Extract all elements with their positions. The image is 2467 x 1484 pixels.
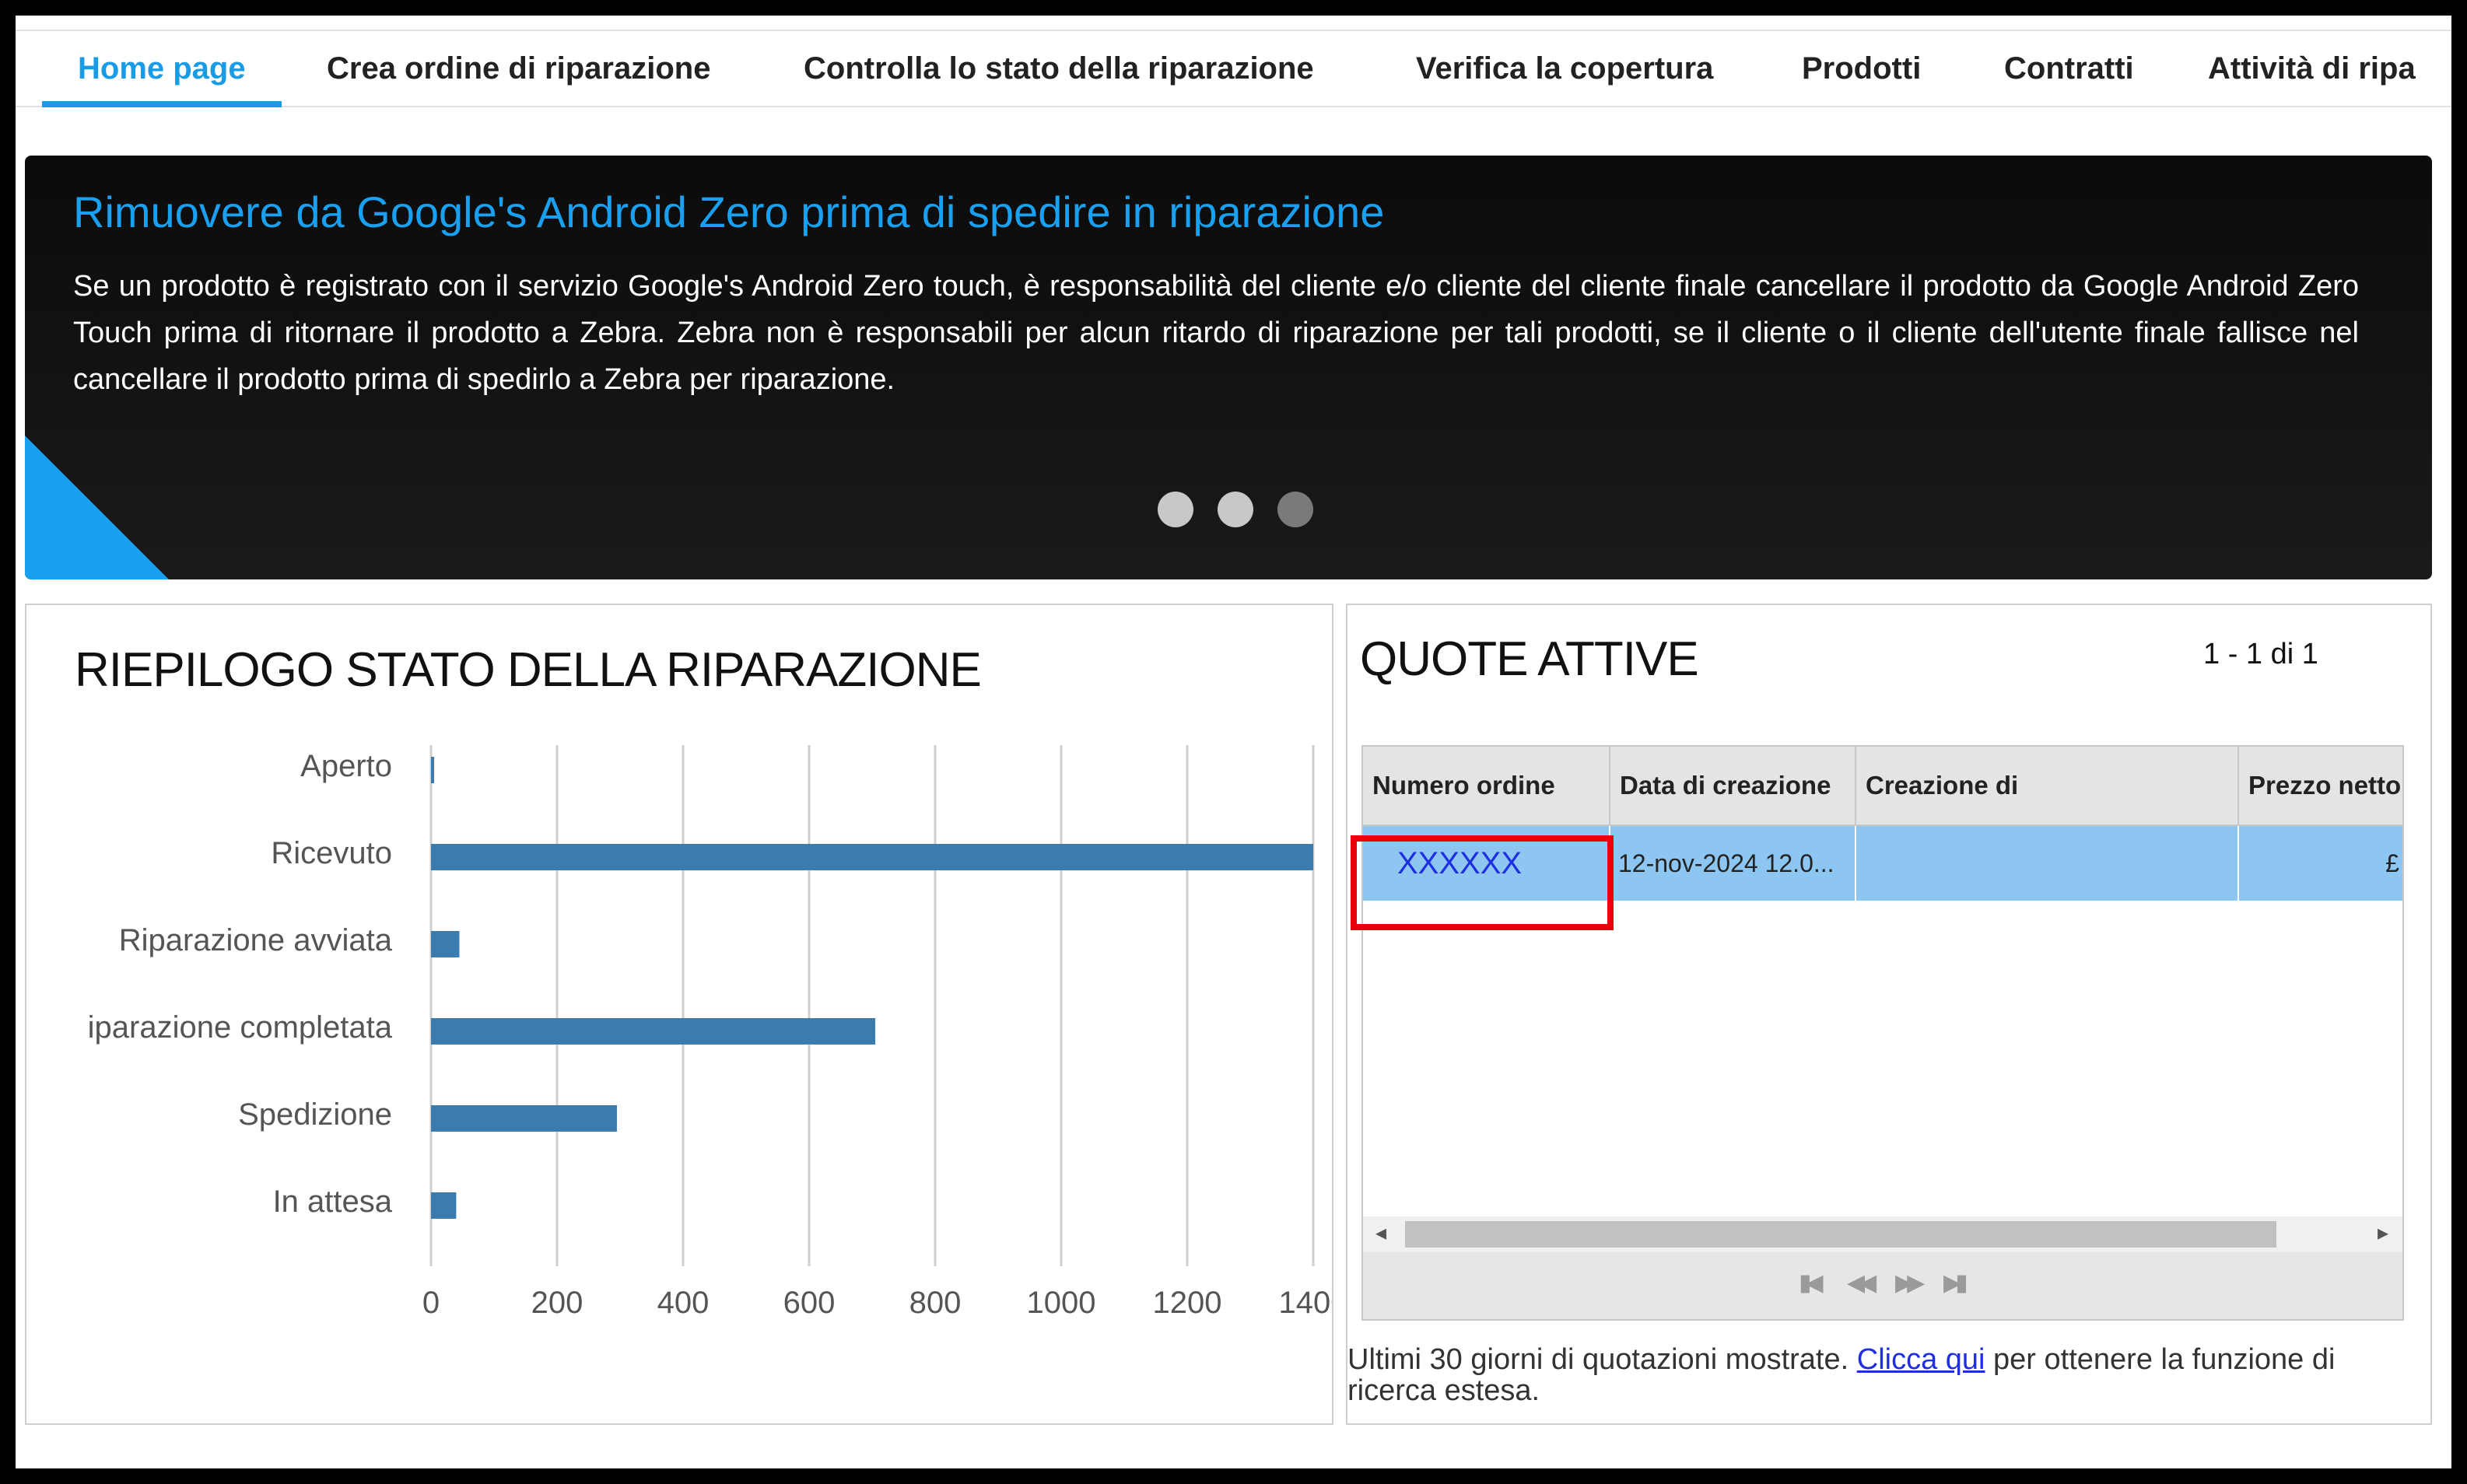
bar[interactable] (431, 844, 1313, 870)
bar[interactable] (431, 1105, 617, 1132)
banner-title: Rimuovere da Google's Android Zero prima… (73, 187, 1385, 236)
active-quotes-panel: QUOTE ATTIVE 1 - 1 di 1 Numero ordine Da… (1346, 604, 2432, 1425)
x-tick-label: 0 (422, 1286, 440, 1320)
x-tick-label: 200 (531, 1286, 583, 1320)
category-label: In attesa (273, 1185, 393, 1219)
tab-check-coverage[interactable]: Verifica la copertura (1416, 31, 1713, 106)
app-frame: Home page Crea ordine di riparazione Con… (16, 16, 2451, 1468)
tab-repair-status[interactable]: Controlla lo stato della riparazione (804, 31, 1314, 106)
x-tick-label: 600 (783, 1286, 836, 1320)
carousel-dot-2[interactable] (1218, 492, 1253, 527)
category-label: Riparazione avviata (119, 923, 393, 957)
grid-header: Numero ordine Data di creazione Creazion… (1363, 747, 2402, 826)
previous-page-icon[interactable]: ◀◀ (1847, 1269, 1877, 1297)
announcement-banner: Rimuovere da Google's Android Zero prima… (25, 156, 2432, 579)
quotes-grid: Numero ordine Data di creazione Creazion… (1361, 745, 2404, 1321)
x-tick-label: 1200 (1153, 1286, 1222, 1320)
category-label: Aperto (300, 749, 392, 783)
carousel-dot-1[interactable] (1158, 492, 1193, 527)
label-clip (26, 730, 75, 1274)
created-by-cell (1856, 826, 2239, 901)
order-highlight-box (1351, 835, 1614, 930)
column-created-date[interactable]: Data di creazione (1610, 747, 1856, 824)
last-page-icon[interactable]: ▶▮ (1943, 1269, 1968, 1297)
bar[interactable] (431, 1192, 457, 1219)
tab-contracts[interactable]: Contratti (2004, 31, 2134, 106)
column-created-by[interactable]: Creazione di (1856, 747, 2239, 824)
horizontal-scrollbar[interactable]: ◂ ▸ (1363, 1216, 2402, 1252)
category-label: iparazione completata (88, 1010, 393, 1045)
banner-corner-accent (25, 436, 169, 579)
x-tick-label: 1400 (1279, 1286, 1332, 1320)
tab-home[interactable]: Home page (42, 31, 282, 107)
created-date-cell: 12-nov-2024 12.0... (1610, 826, 1856, 901)
pagination-summary: 1 - 1 di 1 (2203, 638, 2318, 670)
banner-body: Se un prodotto è registrato con il servi… (73, 270, 2359, 396)
extended-search-link[interactable]: Clicca qui (1857, 1343, 1985, 1376)
pager-bar: ▮◀ ◀◀ ▶▶ ▶▮ (1363, 1252, 2402, 1319)
category-label: Spedizione (238, 1097, 392, 1132)
column-order-number[interactable]: Numero ordine (1363, 747, 1610, 824)
repair-status-chart: 020040060080010001200140016ApertoRicevut… (26, 730, 1332, 1320)
next-page-icon[interactable]: ▶▶ (1895, 1269, 1925, 1297)
scrollbar-thumb[interactable] (1405, 1221, 2276, 1248)
active-quotes-title: QUOTE ATTIVE (1360, 632, 1699, 686)
bar[interactable] (431, 931, 460, 957)
quotes-footer-note: Ultimi 30 giorni di quotazioni mostrate.… (1347, 1344, 2413, 1406)
tab-products[interactable]: Prodotti (1802, 31, 1921, 106)
x-tick-label: 800 (909, 1286, 962, 1320)
bar[interactable] (431, 1018, 876, 1045)
footer-prefix: Ultimi 30 giorni di quotazioni mostrate. (1347, 1343, 1857, 1376)
x-tick-label: 400 (657, 1286, 710, 1320)
repair-summary-panel: RIEPILOGO STATO DELLA RIPARAZIONE 0 200 40… (25, 604, 1333, 1425)
scroll-left-icon[interactable]: ◂ (1375, 1220, 1386, 1245)
category-label: Ricevuto (271, 836, 392, 870)
tab-create-repair-order[interactable]: Crea ordine di riparazione (327, 31, 710, 106)
carousel-dot-3[interactable] (1277, 492, 1313, 527)
tab-repair-activities[interactable]: Attività di ripa (2208, 31, 2416, 106)
scroll-right-icon[interactable]: ▸ (2378, 1220, 2388, 1245)
first-page-icon[interactable]: ▮◀ (1799, 1269, 1823, 1297)
bar[interactable] (431, 757, 435, 783)
x-tick-label: 1000 (1027, 1286, 1096, 1320)
net-price-cell: £ (2385, 849, 2399, 877)
column-net-price[interactable]: Prezzo netto (2239, 747, 2402, 824)
main-navigation: Home page Crea ordine di riparazione Con… (16, 30, 2451, 107)
